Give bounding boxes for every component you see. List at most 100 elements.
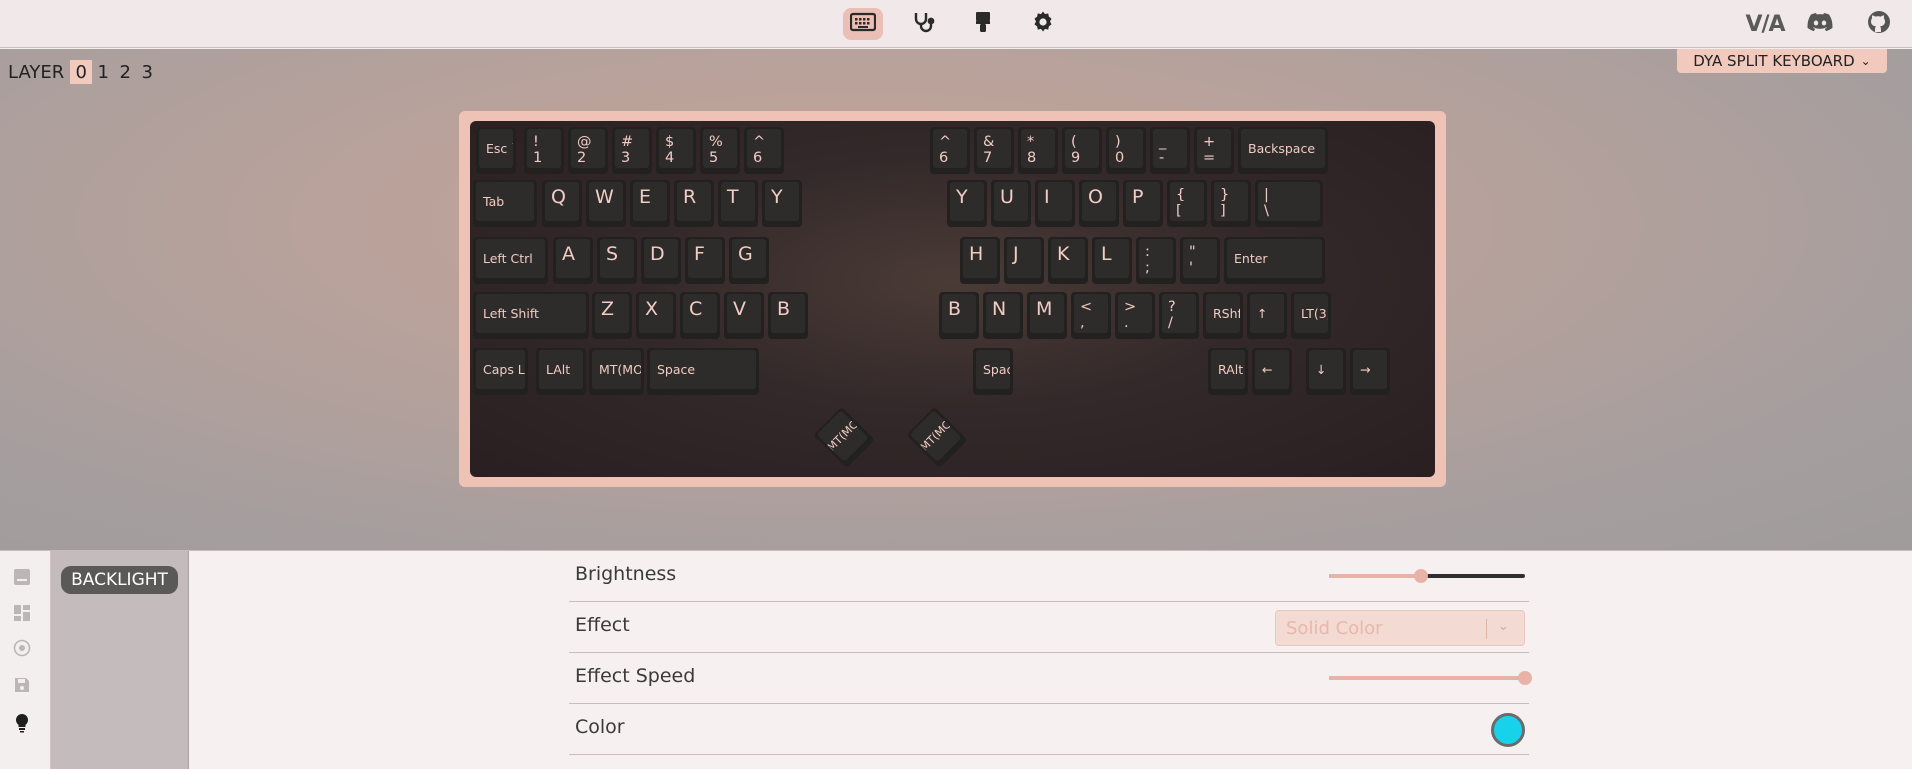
key-esc[interactable]: Esc `: [476, 127, 516, 174]
effect-select[interactable]: Solid Color ⌄: [1275, 610, 1525, 646]
key-2[interactable]: @2: [568, 127, 608, 174]
keycap-legend: Esc `: [479, 129, 513, 168]
keycap-legend: >.: [1118, 294, 1152, 333]
layer-1-button[interactable]: 1: [92, 60, 114, 84]
key-semicolon[interactable]: :;: [1136, 237, 1176, 284]
layer-2-button[interactable]: 2: [114, 60, 136, 84]
key-enter[interactable]: Enter: [1224, 237, 1325, 284]
key-backslash[interactable]: | \: [1255, 180, 1323, 227]
key-6-left[interactable]: ^ 6: [744, 127, 784, 174]
key-s[interactable]: S: [597, 237, 637, 284]
key-n[interactable]: N: [983, 292, 1023, 339]
key-9[interactable]: (9: [1062, 127, 1102, 174]
brightness-slider-thumb[interactable]: [1414, 569, 1428, 583]
key-e[interactable]: E: [630, 180, 670, 227]
key-l[interactable]: L: [1092, 237, 1132, 284]
key-t[interactable]: T: [718, 180, 758, 227]
keycap-legend: T: [721, 182, 755, 221]
keycap-legend: I: [1038, 182, 1072, 221]
key-m[interactable]: M: [1027, 292, 1067, 339]
key-d[interactable]: D: [641, 237, 681, 284]
key-b-right[interactable]: B: [939, 292, 979, 339]
key-y-left[interactable]: Y: [762, 180, 802, 227]
key-mt-mod[interactable]: MT(MOD_: [589, 348, 644, 395]
key-1[interactable]: ! 1: [524, 127, 564, 174]
key-up[interactable]: ↑: [1247, 292, 1287, 339]
key-h[interactable]: H: [960, 237, 1000, 284]
key-4[interactable]: $4: [656, 127, 696, 174]
key-tab[interactable]: Tab: [473, 180, 537, 227]
key-rbracket[interactable]: }]: [1211, 180, 1251, 227]
key-tester-tab[interactable]: [903, 8, 943, 40]
key-u[interactable]: U: [991, 180, 1031, 227]
key-slash[interactable]: ? /: [1159, 292, 1199, 339]
key-space-right[interactable]: Space: [973, 348, 1013, 395]
key-space-left[interactable]: Space: [647, 348, 759, 395]
key-right-arrow[interactable]: →: [1350, 348, 1390, 395]
design-tab[interactable]: [963, 8, 1003, 40]
key-left-shift[interactable]: Left Shift: [473, 292, 589, 339]
key-period[interactable]: >.: [1115, 292, 1155, 339]
layer-3-button[interactable]: 3: [136, 60, 158, 84]
key-3[interactable]: #3: [612, 127, 652, 174]
key-0[interactable]: ) 0: [1106, 127, 1146, 174]
configure-tab[interactable]: [843, 8, 883, 40]
key-thumb-right[interactable]: MT(MC: [906, 406, 968, 469]
key-7[interactable]: & 7: [974, 127, 1014, 174]
keyboard-selector[interactable]: DYA SPLIT KEYBOARD ⌄: [1677, 49, 1887, 73]
key-6-right[interactable]: ^ 6: [930, 127, 970, 174]
key-q[interactable]: Q: [542, 180, 582, 227]
key-r[interactable]: R: [674, 180, 714, 227]
github-link[interactable]: [1864, 9, 1894, 39]
key-backspace[interactable]: Backspace: [1238, 127, 1328, 174]
keymap-icon[interactable]: [12, 567, 32, 587]
key-thumb-left[interactable]: MT(MC: [813, 406, 875, 469]
key-lbracket[interactable]: {[: [1167, 180, 1207, 227]
key-z[interactable]: Z: [592, 292, 632, 339]
key-left-arrow[interactable]: ←: [1252, 348, 1292, 395]
backlight-tab[interactable]: BACKLIGHT: [61, 566, 178, 594]
keycap-shift-legend: %: [709, 134, 723, 150]
key-w[interactable]: W: [586, 180, 626, 227]
key-left-ctrl[interactable]: Left Ctrl: [473, 237, 548, 284]
key-quote[interactable]: " ': [1180, 237, 1220, 284]
key-o[interactable]: O: [1079, 180, 1119, 227]
layer-0-button[interactable]: 0: [70, 60, 93, 84]
key-5[interactable]: % 5: [700, 127, 740, 174]
key-lt3[interactable]: LT(3,KC: [1291, 292, 1331, 339]
macros-icon[interactable]: [12, 603, 32, 623]
keycap-legend: MT(MOD_: [592, 350, 641, 389]
key-ralt[interactable]: RAlt: [1208, 348, 1248, 395]
key-i[interactable]: I: [1035, 180, 1075, 227]
key-f[interactable]: F: [685, 237, 725, 284]
key-minus[interactable]: _ -: [1150, 127, 1190, 174]
key-lalt[interactable]: LAlt: [536, 348, 586, 395]
effect-label: Effect: [575, 614, 630, 636]
key-g[interactable]: G: [729, 237, 769, 284]
key-x[interactable]: X: [636, 292, 676, 339]
key-caps-lock[interactable]: Caps Loc: [473, 348, 528, 395]
discord-link[interactable]: [1804, 9, 1836, 39]
key-comma[interactable]: <,: [1071, 292, 1111, 339]
key-p[interactable]: P: [1123, 180, 1163, 227]
key-rshift[interactable]: RShft: [1203, 292, 1243, 339]
layers-icon[interactable]: [12, 638, 32, 658]
effect-speed-slider-thumb[interactable]: [1518, 671, 1532, 685]
key-c[interactable]: C: [680, 292, 720, 339]
key-j[interactable]: J: [1004, 237, 1044, 284]
key-8[interactable]: * 8: [1018, 127, 1058, 174]
lighting-icon[interactable]: [12, 713, 32, 733]
keycap-shift-legend: (: [1071, 134, 1077, 150]
key-equal[interactable]: + =: [1194, 127, 1234, 174]
settings-tab[interactable]: [1023, 8, 1063, 40]
color-picker-swatch[interactable]: [1491, 713, 1525, 747]
key-b-left[interactable]: B: [768, 292, 808, 339]
key-a[interactable]: A: [553, 237, 593, 284]
key-y-right[interactable]: Y: [947, 180, 987, 227]
key-k[interactable]: K: [1048, 237, 1088, 284]
key-v[interactable]: V: [724, 292, 764, 339]
key-down-arrow[interactable]: ↓: [1306, 348, 1346, 395]
save-load-icon[interactable]: [12, 675, 32, 695]
via-link[interactable]: V/A: [1744, 9, 1786, 39]
keycap-base-legend: -: [1159, 150, 1165, 166]
